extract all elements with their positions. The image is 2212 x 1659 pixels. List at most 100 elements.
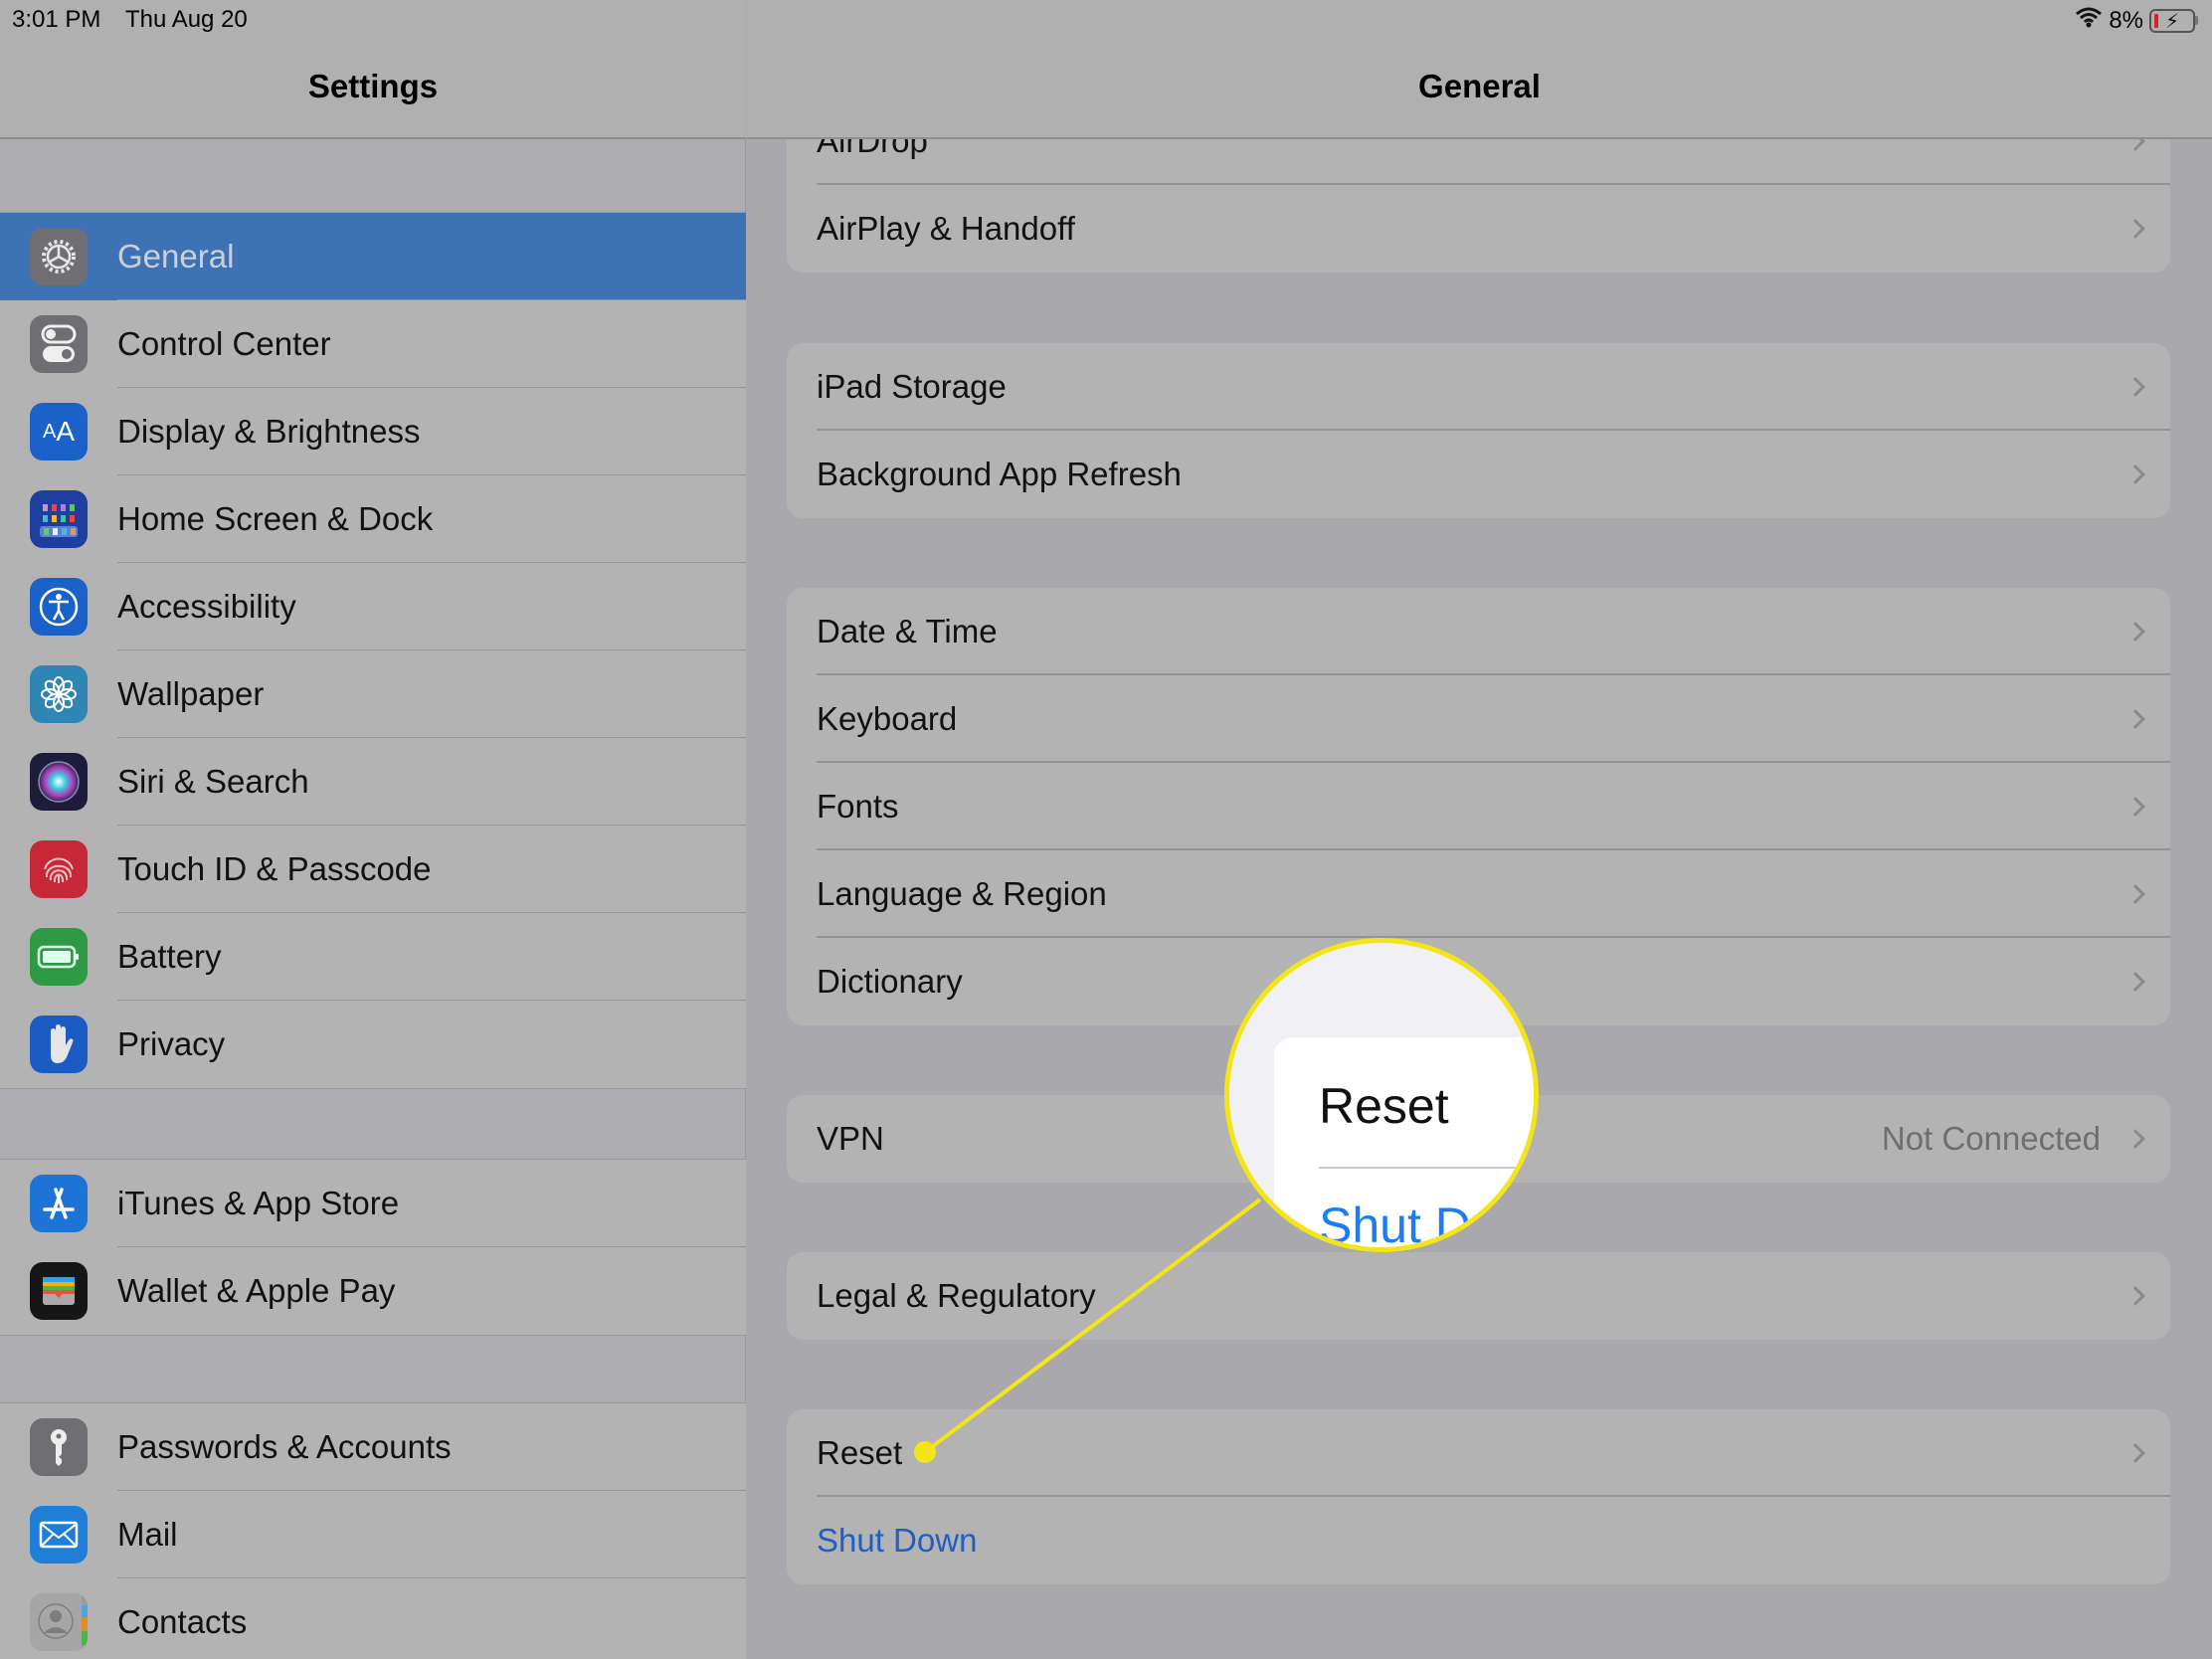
sidebar-group-1: General Control Center AA Display & Brig…	[0, 212, 746, 1089]
app-grid-icon	[30, 490, 88, 548]
chevron-right-icon	[2125, 972, 2145, 992]
row-label: Keyboard	[817, 700, 958, 737]
siri-icon	[30, 753, 88, 811]
row-language-region[interactable]: Language & Region	[787, 850, 2170, 938]
sidebar-item-label: Touch ID & Passcode	[117, 850, 432, 887]
chevron-right-icon	[2125, 622, 2145, 642]
mail-icon	[30, 1506, 88, 1564]
chevron-right-icon	[2125, 1286, 2145, 1306]
sidebar-item-label: Wallpaper	[117, 675, 265, 712]
chevron-right-icon	[2125, 219, 2145, 239]
status-date: Thu Aug 20	[125, 6, 248, 33]
row-background-app-refresh[interactable]: Background App Refresh	[787, 431, 2170, 518]
magnified-shutdown-label: Shut D	[1319, 1198, 1471, 1252]
flower-icon	[30, 665, 88, 723]
sidebar-item-label: Passwords & Accounts	[117, 1428, 452, 1465]
status-bar: 3:01 PM Thu Aug 20 8% ⚡	[0, 0, 2212, 40]
row-label: AirPlay & Handoff	[817, 210, 1075, 247]
status-indicators: 8% ⚡	[2075, 6, 2198, 35]
chevron-right-icon	[2125, 709, 2145, 729]
row-label: Language & Region	[817, 875, 1107, 912]
row-label: Background App Refresh	[817, 456, 1182, 492]
battery-icon	[30, 928, 88, 986]
sidebar-item-itunes-app-store[interactable]: iTunes & App Store	[0, 1160, 746, 1247]
sidebar-item-passwords-accounts[interactable]: Passwords & Accounts	[0, 1403, 746, 1491]
wifi-icon	[2075, 6, 2103, 35]
wallet-icon	[30, 1262, 88, 1320]
sidebar-item-label: General	[117, 238, 235, 275]
sidebar-item-label: Home Screen & Dock	[117, 500, 434, 537]
sidebar-item-siri-search[interactable]: Siri & Search	[0, 738, 746, 826]
sidebar-item-label: Contacts	[117, 1603, 248, 1640]
row-label: Legal & Regulatory	[817, 1277, 1096, 1314]
sidebar-item-touch-id-passcode[interactable]: Touch ID & Passcode	[0, 826, 746, 913]
chevron-right-icon	[2125, 884, 2145, 904]
sidebar-item-label: Siri & Search	[117, 763, 309, 800]
chevron-right-icon	[2125, 377, 2145, 397]
row-label: Date & Time	[817, 613, 998, 649]
hand-icon	[30, 1015, 88, 1073]
sidebar-item-mail[interactable]: Mail	[0, 1491, 746, 1578]
row-airplay-handoff[interactable]: AirPlay & Handoff	[787, 185, 2170, 273]
contacts-icon	[30, 1593, 88, 1651]
magnified-card: Reset Shut D	[1274, 1037, 1534, 1252]
row-label: Reset	[817, 1434, 903, 1471]
sidebar-item-label: Battery	[117, 938, 222, 975]
sidebar-group-2: iTunes & App Store Wallet & Apple Pay	[0, 1159, 746, 1336]
chevron-right-icon	[2125, 464, 2145, 484]
battery-percent: 8%	[2109, 6, 2143, 34]
sidebar-item-label: Display & Brightness	[117, 413, 421, 450]
settings-group-2: iPad Storage Background App Refresh	[787, 343, 2170, 518]
status-time: 3:01 PM	[12, 6, 101, 33]
chevron-right-icon	[2125, 1443, 2145, 1463]
sidebar-item-display-brightness[interactable]: AA Display & Brightness	[0, 388, 746, 475]
sidebar-item-general[interactable]: General	[0, 213, 746, 300]
accessibility-icon	[30, 578, 88, 636]
row-label: VPN	[817, 1120, 884, 1157]
row-shut-down[interactable]: Shut Down	[787, 1497, 2170, 1584]
sidebar-item-wallet-apple-pay[interactable]: Wallet & Apple Pay	[0, 1247, 746, 1335]
sidebar-item-label: Wallet & Apple Pay	[117, 1272, 396, 1309]
sidebar-item-accessibility[interactable]: Accessibility	[0, 563, 746, 650]
row-date-time[interactable]: Date & Time	[787, 588, 2170, 675]
sidebar-item-battery[interactable]: Battery	[0, 913, 746, 1001]
sidebar-item-label: Control Center	[117, 325, 331, 362]
row-label: Dictionary	[817, 963, 963, 1000]
sidebar-item-label: iTunes & App Store	[117, 1185, 400, 1221]
sidebar-item-control-center[interactable]: Control Center	[0, 300, 746, 388]
row-reset[interactable]: Reset	[787, 1409, 2170, 1497]
sidebar-group-3: Passwords & Accounts Mail Contacts	[0, 1402, 746, 1659]
magnifier-circle: Reset Shut D	[1224, 938, 1539, 1252]
chevron-right-icon	[2125, 797, 2145, 817]
row-label: iPad Storage	[817, 368, 1007, 405]
app-store-icon	[30, 1175, 88, 1232]
chevron-right-icon	[2125, 1129, 2145, 1149]
sidebar-item-privacy[interactable]: Privacy	[0, 1001, 746, 1088]
row-fonts[interactable]: Fonts	[787, 763, 2170, 850]
sidebar-item-wallpaper[interactable]: Wallpaper	[0, 650, 746, 738]
sidebar-item-label: Mail	[117, 1516, 178, 1553]
sidebar-item-contacts[interactable]: Contacts	[0, 1578, 746, 1659]
row-legal-regulatory[interactable]: Legal & Regulatory	[787, 1252, 2170, 1340]
sidebar-title: Settings	[307, 68, 439, 104]
toggles-icon	[30, 315, 88, 373]
page-title: General	[1418, 68, 1541, 104]
fingerprint-icon	[30, 840, 88, 898]
battery-charging-icon: ⚡	[2149, 8, 2195, 33]
sidebar-item-label: Accessibility	[117, 588, 296, 625]
gear-icon	[30, 228, 88, 285]
settings-group-6: Reset Shut Down	[787, 1409, 2170, 1584]
sidebar: Settings General Control Center AA Displ…	[0, 0, 746, 1659]
magnified-reset-label: Reset	[1319, 1078, 1449, 1134]
row-keyboard[interactable]: Keyboard	[787, 675, 2170, 763]
settings-group-3: Date & Time Keyboard Fonts Language & Re…	[787, 588, 2170, 1025]
settings-group-5: Legal & Regulatory	[787, 1252, 2170, 1340]
vpn-status: Not Connected	[1881, 1120, 2101, 1157]
shut-down-button[interactable]: Shut Down	[817, 1522, 977, 1560]
key-icon	[30, 1418, 88, 1476]
text-size-icon: AA	[30, 403, 88, 461]
sidebar-item-label: Privacy	[117, 1025, 226, 1062]
row-label: Fonts	[817, 788, 899, 825]
row-ipad-storage[interactable]: iPad Storage	[787, 343, 2170, 431]
sidebar-item-home-screen-dock[interactable]: Home Screen & Dock	[0, 475, 746, 563]
